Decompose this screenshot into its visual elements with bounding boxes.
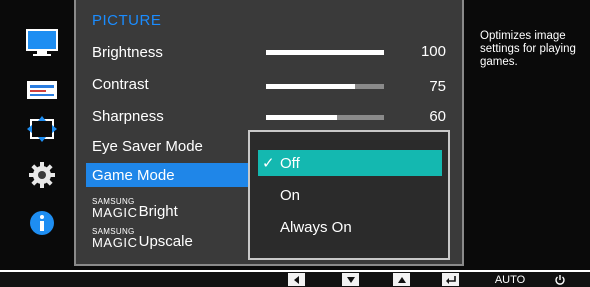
brightness-value: 100	[420, 43, 446, 60]
menu-item-contrast[interactable]: Contrast	[92, 72, 149, 96]
settings-gear-icon[interactable]	[24, 160, 60, 190]
menu-category-column	[10, 0, 74, 270]
menu-item-game-mode[interactable]: Game Mode	[86, 163, 252, 187]
option-label: Off	[280, 154, 300, 172]
menu-item-label: Eye Saver Mode	[92, 137, 203, 155]
menu-item-eye-saver-mode[interactable]: Eye Saver Mode	[92, 134, 203, 158]
size-position-icon[interactable]	[24, 76, 60, 106]
menu-item-sharpness[interactable]: Sharpness	[92, 104, 164, 128]
menu-title: PICTURE	[92, 12, 162, 29]
option-on[interactable]: On	[258, 182, 442, 208]
left-arrow-icon[interactable]	[288, 273, 305, 286]
contrast-slider[interactable]	[266, 84, 384, 89]
game-mode-submenu: ✓ Off On Always On	[248, 130, 450, 260]
menu-item-magic-upscale[interactable]: SAMSUNG MAGIC Upscale	[92, 226, 193, 250]
menu-item-label: Upscale	[138, 232, 193, 250]
sharpness-slider-fill	[266, 115, 337, 120]
sharpness-slider[interactable]	[266, 115, 384, 120]
contrast-slider-fill	[266, 84, 355, 89]
menu-item-label: Sharpness	[92, 107, 164, 125]
down-arrow-icon[interactable]	[342, 273, 359, 286]
menu-item-label: Brightness	[92, 43, 163, 61]
samsung-magic-logo: SAMSUNG MAGIC	[92, 226, 138, 250]
help-text: Optimizes image settings for playing gam…	[480, 30, 576, 68]
up-arrow-icon[interactable]	[393, 273, 410, 286]
key-guide-bar: AUTO	[0, 272, 590, 287]
osd-screen: PICTURE Brightness 100 Contrast 75 Sharp…	[0, 0, 590, 270]
power-icon[interactable]	[552, 273, 568, 286]
brightness-slider-fill	[266, 50, 384, 55]
option-label: On	[280, 186, 301, 204]
menu-item-label: Bright	[138, 202, 178, 220]
brightness-slider[interactable]	[266, 50, 384, 55]
samsung-magic-logo: SAMSUNG MAGIC	[92, 196, 138, 220]
checkmark-icon: ✓	[262, 155, 275, 172]
menu-item-magic-bright[interactable]: SAMSUNG MAGIC Bright	[92, 196, 178, 220]
enter-icon[interactable]	[442, 273, 459, 286]
option-always-on[interactable]: Always On	[258, 214, 442, 240]
info-icon[interactable]	[24, 208, 60, 238]
contrast-value: 75	[429, 78, 446, 95]
menu-item-label: Contrast	[92, 75, 149, 93]
sharpness-value: 60	[429, 108, 446, 125]
monitor-icon[interactable]	[24, 28, 60, 58]
option-off[interactable]: ✓ Off	[258, 150, 442, 176]
help-panel: Optimizes image settings for playing gam…	[466, 0, 590, 270]
resize-icon[interactable]	[24, 114, 60, 144]
menu-item-brightness[interactable]: Brightness	[92, 40, 163, 64]
menu-item-label: Game Mode	[92, 166, 175, 184]
option-label: Always On	[280, 218, 352, 236]
auto-button[interactable]: AUTO	[492, 273, 528, 286]
